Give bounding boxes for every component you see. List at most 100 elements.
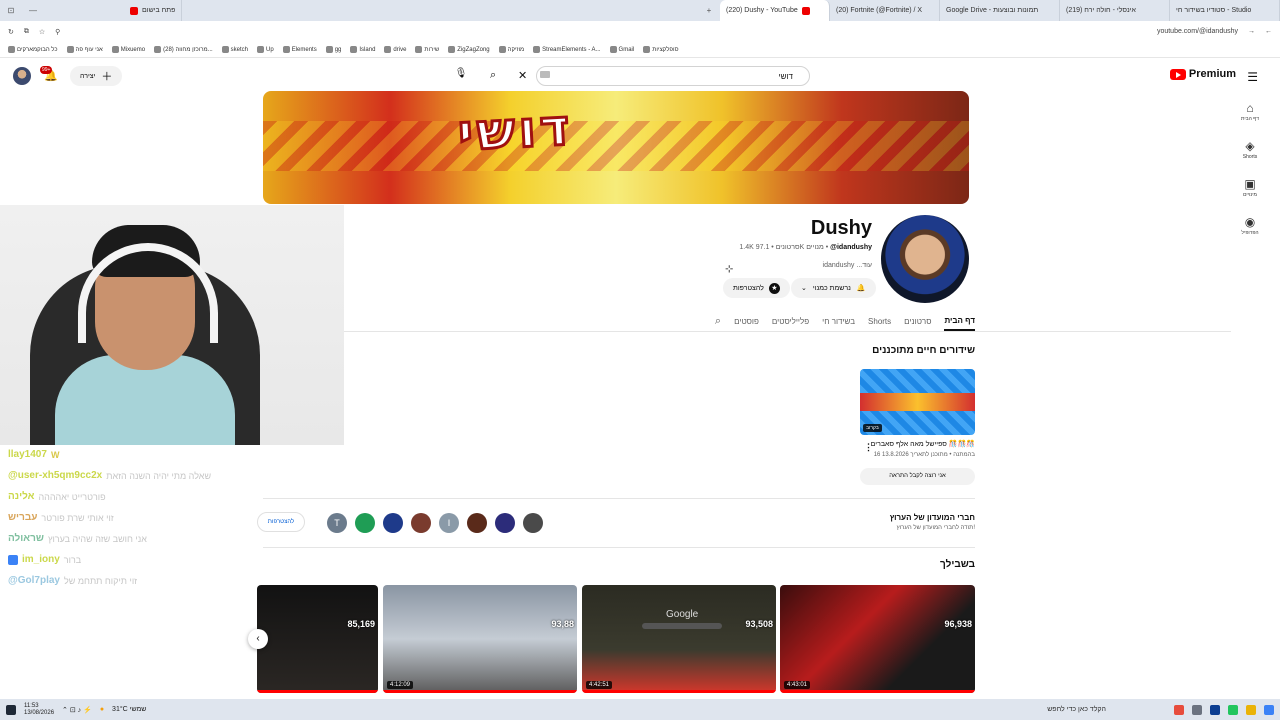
section-divider <box>263 547 975 548</box>
bookmark[interactable]: סופלקציות <box>643 46 679 53</box>
view-count: 93,508 <box>745 619 773 629</box>
subscribed-button[interactable]: ⌄ נרשמת כמנוי 🔔 <box>791 278 876 298</box>
bookmark-icon <box>350 46 358 53</box>
minimize-icon[interactable]: — <box>22 6 44 15</box>
file-explorer-icon[interactable] <box>1246 704 1256 715</box>
chat-message: llay1407 W <box>8 449 60 460</box>
video-card[interactable]: Google 93,508 4:42:51 <box>582 585 776 693</box>
bookmark[interactable]: Up <box>257 46 274 53</box>
tab-home[interactable]: דף הבית <box>944 316 975 331</box>
bookmark[interactable]: Elements <box>282 46 317 53</box>
tray-icons[interactable]: ⌃ ⊡ ♪ ⚡ <box>62 706 92 714</box>
folder-icon <box>643 46 651 53</box>
browser-tab[interactable]: סטודיו בשידור חי - Studio <box>1170 0 1280 21</box>
star-icon[interactable]: ☆ <box>39 28 45 36</box>
channel-handle[interactable]: @idandushy <box>830 244 872 251</box>
tab-playlists[interactable]: פלייליסטים <box>772 317 809 326</box>
channel-name: Dushy <box>810 217 872 239</box>
member-avatar[interactable] <box>495 513 515 533</box>
forward-icon[interactable]: → <box>1248 28 1255 35</box>
more-actions-icon[interactable]: ⋮ <box>864 442 873 453</box>
youtube-play-icon <box>1169 68 1186 80</box>
bookmark[interactable]: gg <box>325 46 341 53</box>
microphone-icon[interactable]: 🎙 <box>454 68 468 82</box>
tab-shorts[interactable]: Shorts <box>868 317 891 326</box>
bookmark[interactable]: (28) מרוכזן מחווה... <box>154 46 213 53</box>
search-input[interactable]: דושי <box>536 66 810 86</box>
tabs-divider <box>263 331 1231 332</box>
member-avatar[interactable] <box>411 513 431 533</box>
bookmark[interactable]: drive <box>384 46 406 53</box>
live-section-title: שידורים חיים מתוכננים <box>872 345 975 356</box>
tab-videos[interactable]: סרטונים <box>904 317 931 326</box>
reload-icon[interactable]: ↻ <box>8 28 14 36</box>
channel-search-icon[interactable]: ⌕ <box>715 315 721 328</box>
url-field[interactable]: youtube.com/@idandushy <box>1157 28 1238 35</box>
account-avatar[interactable] <box>13 67 31 85</box>
bookmark[interactable]: ZigZagZong <box>448 46 490 53</box>
zoom-icon[interactable]: ⚲ <box>55 28 60 36</box>
browser-tab[interactable]: (20) Fortnite (@Fortnite) / X <box>830 0 940 21</box>
guide-item-shorts[interactable]: ◈ Shorts <box>1230 138 1270 160</box>
whatsapp-icon[interactable] <box>1228 704 1238 715</box>
browser-tab[interactable]: Google Drive - תמונות ובוצעות <box>940 0 1060 21</box>
create-button[interactable]: יצירה ＋ <box>70 66 123 86</box>
taskbar-search-input[interactable]: הקלד כאן כדי לחפש <box>966 706 1106 713</box>
video-card[interactable]: 93,88 4:12:09 <box>383 585 577 693</box>
tab-posts[interactable]: פוסטים <box>734 317 759 326</box>
bookmark[interactable]: אני עוף פה <box>66 46 103 53</box>
keyboard-icon[interactable] <box>540 71 550 78</box>
bookmark[interactable]: שירות <box>415 46 439 53</box>
bookmark[interactable]: sketch <box>221 46 248 53</box>
guide-item-home[interactable]: ⌂ דף הבית <box>1230 100 1270 122</box>
browser-tab-active[interactable]: (220) Dushy - YouTube <box>720 0 830 21</box>
watch-progress-bar <box>383 690 577 693</box>
thumbnail-google-text: Google <box>666 609 699 620</box>
bookmark[interactable]: מוזיקה <box>498 46 524 53</box>
you-icon: ◉ <box>1244 215 1256 229</box>
member-avatar[interactable] <box>523 513 543 533</box>
weather-icon[interactable]: ● <box>100 706 104 713</box>
video-card[interactable]: 85,169 <box>257 585 378 693</box>
browser-tab[interactable]: (219) אינסלי - חולה ירח <box>1060 0 1170 21</box>
bookmark[interactable]: כל הבוקמארקים <box>8 46 58 53</box>
bookmark[interactable]: Gmail <box>609 46 634 53</box>
live-video-title[interactable]: ספיישל מאה אלף סאברים 🎊🎊🎊 <box>871 440 975 448</box>
bookmark-icon <box>498 46 506 53</box>
watch-progress-bar <box>780 690 975 693</box>
hamburger-menu-icon[interactable]: ☰ <box>1247 70 1258 84</box>
tab-live[interactable]: בשידור חי <box>822 317 855 326</box>
member-avatar[interactable] <box>383 513 403 533</box>
extensions-icon[interactable]: ⧉ <box>24 28 29 36</box>
channel-banner[interactable]: דושי <box>263 91 969 204</box>
member-avatar[interactable] <box>467 513 487 533</box>
youtube-logo[interactable]: Premium <box>1169 68 1236 80</box>
live-video-thumbnail[interactable]: בקרוב <box>860 369 975 435</box>
obs-icon[interactable] <box>1192 704 1202 715</box>
windows-icon[interactable] <box>1264 704 1274 715</box>
new-tab-icon[interactable]: + <box>698 6 720 15</box>
channel-avatar[interactable] <box>881 215 969 303</box>
clear-search-icon[interactable]: ✕ <box>518 69 527 82</box>
bookmark[interactable]: Island <box>350 46 375 53</box>
shelf-previous-button[interactable]: ‹ <box>248 629 268 649</box>
search-icon[interactable]: ⌕ <box>490 69 496 82</box>
windows-taskbar: 11:53 13/08/2026 ⌃ ⊡ ♪ ⚡ ● 31°C שמשי הקל… <box>0 699 1280 720</box>
join-button[interactable]: להצטרפות ★ <box>723 278 790 298</box>
video-card[interactable]: 96,938 4:43:01 <box>780 585 975 693</box>
channel-description[interactable]: idandushy ...עוד <box>823 262 872 269</box>
plus-icon: ＋ <box>101 71 113 83</box>
bookmark-icon <box>111 46 119 53</box>
guide-item-subscriptions[interactable]: ▣ מינויים <box>1230 176 1270 198</box>
member-avatar[interactable]: I <box>439 513 459 533</box>
guide-item-you[interactable]: ◉ הפרופיל <box>1230 214 1270 236</box>
bookmark[interactable]: StreamElements - A... <box>533 46 601 53</box>
bookmark[interactable]: Mixuemo <box>111 46 145 53</box>
photoshop-icon[interactable] <box>1210 704 1220 715</box>
chrome-icon[interactable] <box>1174 704 1184 715</box>
start-icon[interactable] <box>6 704 16 715</box>
notify-me-button[interactable]: אני רוצה לקבל התראה <box>860 468 975 485</box>
window-menu-icon[interactable]: ⊡ <box>0 6 22 15</box>
browser-tab-left[interactable]: פתח בישום <box>124 0 183 21</box>
back-icon[interactable]: ← <box>1265 28 1272 35</box>
